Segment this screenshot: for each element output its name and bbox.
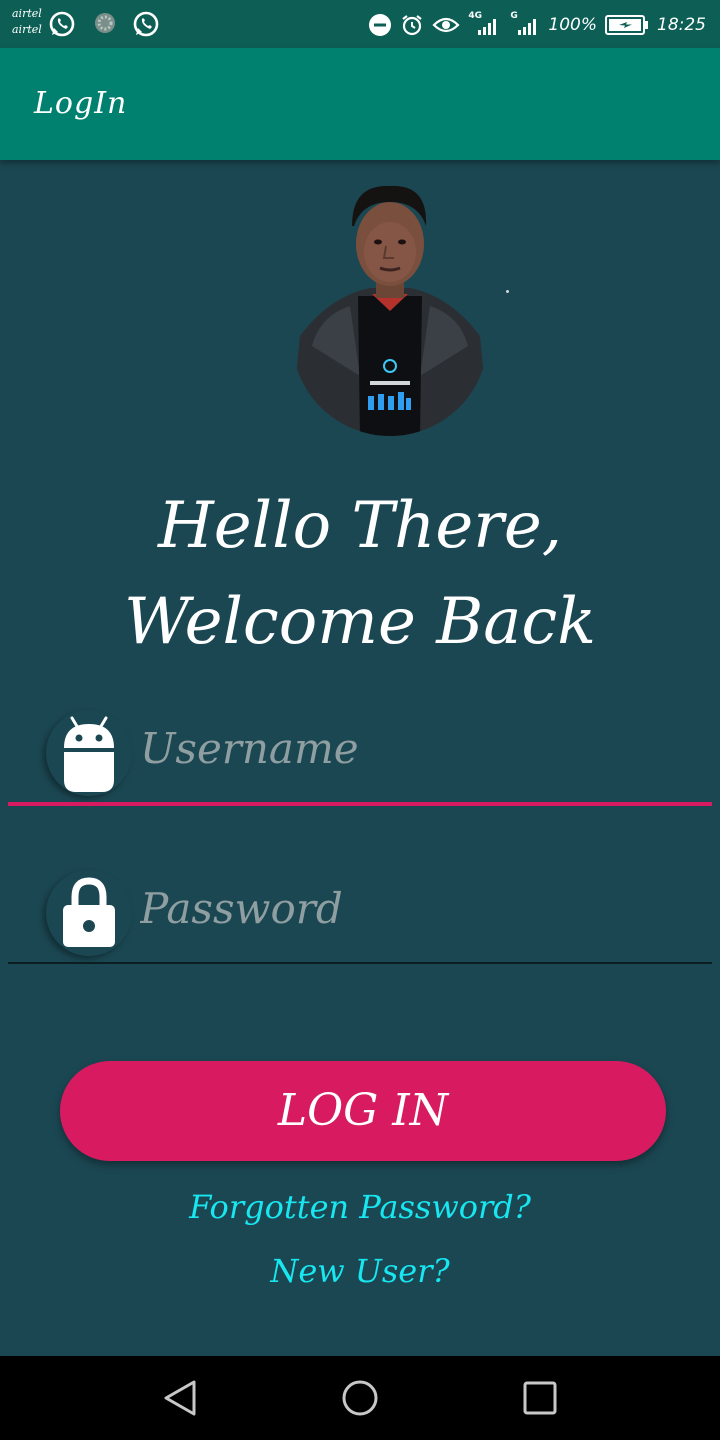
carrier-labels: airtel airtel (12, 6, 42, 38)
username-underline (8, 802, 712, 806)
password-input[interactable] (140, 868, 700, 948)
alarm-icon (402, 15, 423, 36)
status-right: 4G G 100% 18:25 (368, 11, 706, 39)
profile-avatar (292, 185, 488, 436)
clock: 18:25 (657, 15, 706, 35)
username-field (8, 694, 712, 806)
whatsapp-icon (49, 11, 75, 37)
network-label-2: G (510, 11, 518, 21)
carrier-1: airtel (12, 7, 42, 20)
greeting-line-1: Hello There, (157, 489, 563, 563)
battery-charging-icon (605, 15, 648, 35)
speck-dot (506, 290, 509, 293)
app-title: LogIn (34, 86, 128, 121)
status-bar: airtel airtel 4G G 100% 18:25 (0, 0, 720, 48)
greeting-line-2: Welcome Back (124, 585, 596, 659)
do-not-disturb-icon (369, 14, 392, 36)
back-icon[interactable] (158, 1376, 202, 1420)
eye-icon (432, 17, 460, 33)
forgot-password-link[interactable]: Forgotten Password? (0, 1188, 720, 1226)
password-field (8, 854, 712, 964)
signal-group-2: G (510, 11, 540, 37)
spinner-icon (95, 13, 115, 33)
whatsapp-icon-2 (133, 11, 159, 37)
password-underline (8, 962, 712, 964)
recents-icon[interactable] (518, 1376, 562, 1420)
username-input[interactable] (140, 708, 700, 788)
home-icon[interactable] (338, 1376, 382, 1420)
navigation-bar (0, 1356, 720, 1440)
new-user-link[interactable]: New User? (0, 1252, 720, 1290)
lock-icon (46, 870, 132, 956)
signal-group-1: 4G (468, 11, 502, 37)
android-icon (46, 710, 132, 796)
login-button[interactable]: LOG IN (60, 1061, 666, 1161)
battery-percent: 100% (548, 15, 597, 35)
greeting: Hello There, Welcome Back (0, 478, 720, 670)
signal-icon (478, 19, 497, 35)
carrier-2: airtel (12, 23, 42, 36)
app-bar: LogIn (0, 48, 720, 160)
signal-icon-2 (518, 19, 537, 35)
